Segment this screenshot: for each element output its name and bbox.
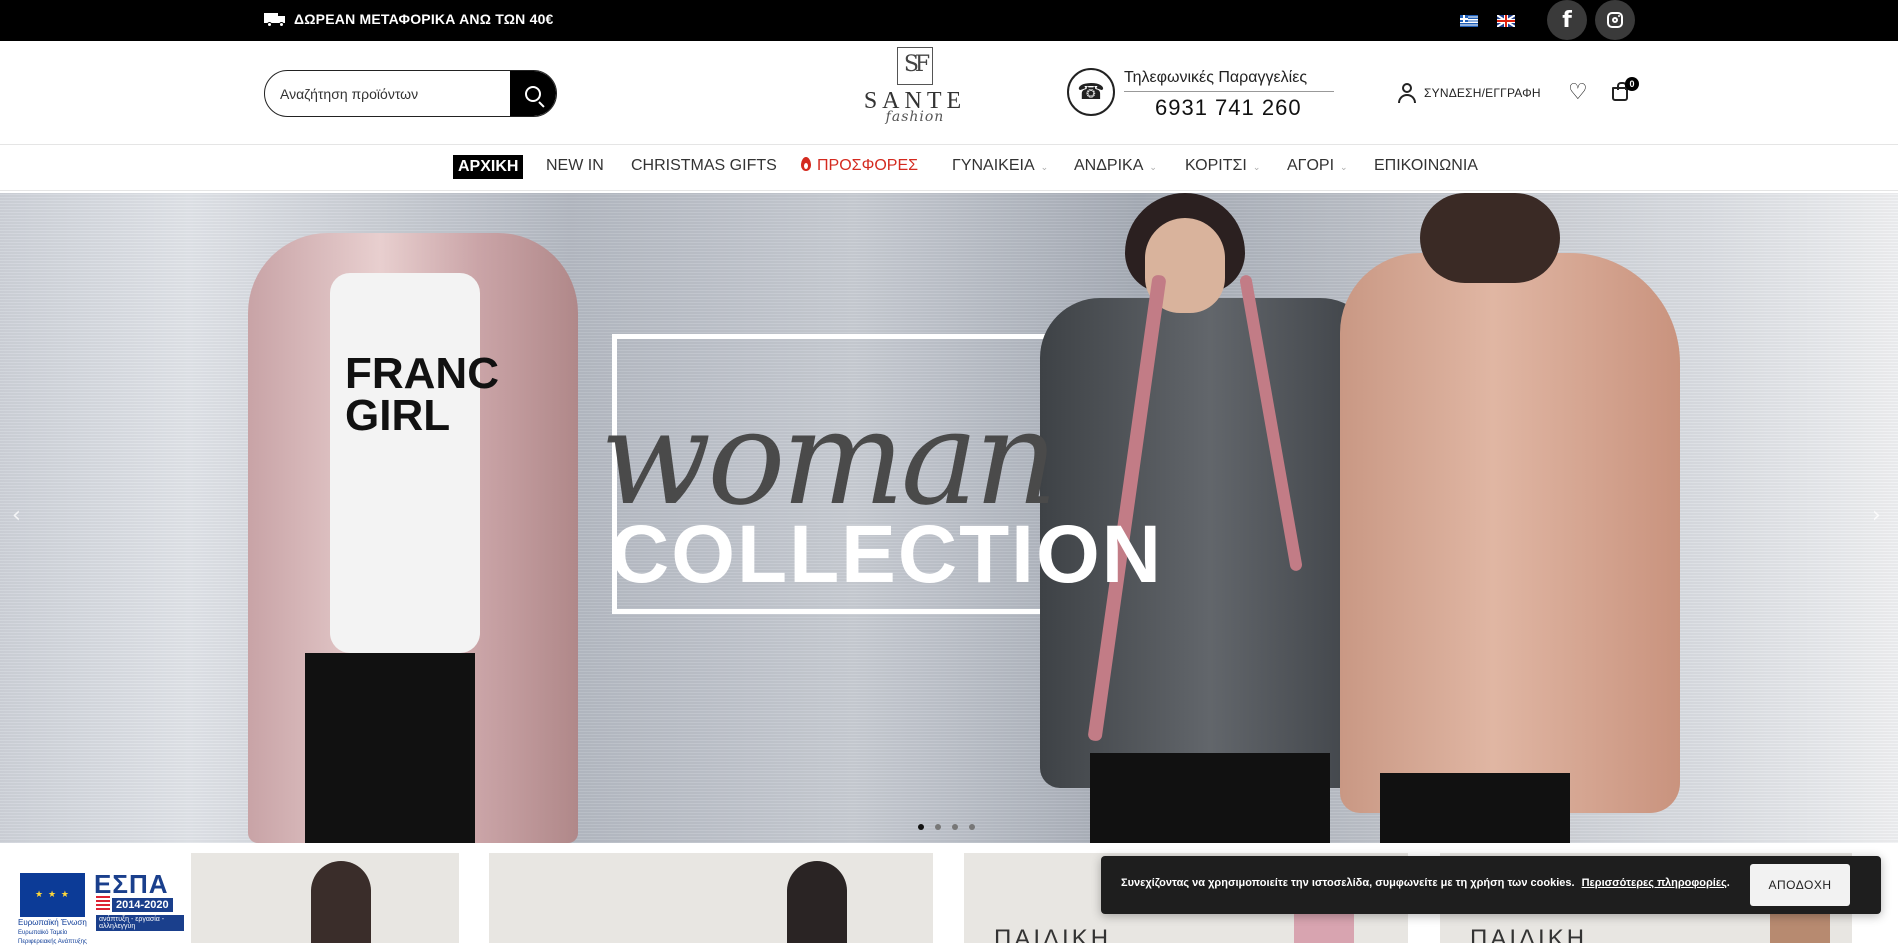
model-white-shirt (330, 273, 480, 653)
site-header: SANTE fashion ☎ Τηλεφωνικές Παραγγελίες … (0, 41, 1898, 145)
category-card[interactable] (489, 853, 933, 943)
category-label: ΠΑΙΔΙΚΗ (1470, 925, 1588, 943)
site-logo[interactable]: SANTE fashion (855, 47, 975, 142)
uk-flag-icon[interactable] (1497, 15, 1515, 27)
cookie-text: Συνεχίζοντας να χρησιμοποιείτε την ιστοσ… (1121, 877, 1575, 889)
logo-monogram (897, 47, 933, 85)
login-register-label: ΣΥΝΔΕΣΗ/ΕΓΓΡΑΦΗ (1424, 86, 1541, 100)
chevron-down-icon: ⌄ (1040, 162, 1049, 172)
espa-stripes-icon (96, 896, 110, 912)
flame-icon (801, 157, 811, 171)
chevron-down-icon: ⌄ (1340, 162, 1348, 172)
phone-orders-label: Τηλεφωνικές Παραγγελίες (1124, 69, 1308, 86)
search-button[interactable] (510, 71, 556, 116)
hero-slider[interactable]: FRANC GIRL woman COLLECTION ‹ › (0, 193, 1898, 843)
slider-pagination (918, 824, 975, 830)
cookie-consent-bar: Συνεχίζοντας να χρησιμοποιείτε την ιστοσ… (1101, 856, 1881, 914)
category-image (311, 861, 371, 943)
slider-dot[interactable] (935, 824, 941, 830)
nav-item-girl[interactable]: ΚΟΡΙΤΣΙ ⌄ (1185, 157, 1260, 175)
wishlist-heart-icon[interactable]: ♡ (1568, 80, 1588, 105)
hero-script-text: woman (600, 382, 1058, 534)
cart-count-badge: 0 (1625, 77, 1639, 91)
cookie-message: Συνεχίζοντας να χρησιμοποιείτε την ιστοσ… (1121, 877, 1730, 889)
top-bar: ΔΩΡΕΑΝ ΜΕΤΑΦΟΡΙΚΑ ΑΝΩ ΤΩΝ 40€ f (0, 0, 1898, 41)
truck-icon (264, 12, 286, 27)
greek-flag-icon[interactable] (1460, 15, 1478, 27)
next-slide-arrow-icon[interactable]: › (1872, 503, 1881, 528)
espa-years: 2014-2020 (112, 898, 173, 912)
nav-item-boy[interactable]: ΑΓΟΡΙ ⌄ (1287, 157, 1348, 175)
model-legs (305, 653, 475, 843)
cookie-accept-button[interactable]: ΑΠΟΔΟΧΗ (1750, 864, 1850, 906)
nav-item-contact[interactable]: ΕΠΙΚΟΙΝΩΝΙΑ (1374, 157, 1478, 175)
main-navigation: ΑΡΧΙΚΗ NEW IN CHRISTMAS GIFTS ΠΡΟΣΦΟΡΕΣ … (0, 146, 1898, 191)
cookie-more-info-link[interactable]: Περισσότερες πληροφορίες (1582, 877, 1727, 889)
search-icon (525, 85, 541, 102)
category-image (787, 861, 847, 943)
cart-button[interactable]: 0 (1610, 77, 1639, 103)
free-shipping-text: ΔΩΡΕΑΝ ΜΕΤΑΦΟΡΙΚΑ ΑΝΩ ΤΩΝ 40€ (294, 11, 554, 27)
eu-label-subtext: Ευρωπαϊκό Ταμείο Περιφερειακής Ανάπτυξης (18, 929, 87, 945)
category-card[interactable] (191, 853, 459, 943)
login-register-link[interactable]: ΣΥΝΔΕΣΗ/ΕΓΓΡΑΦΗ (1398, 83, 1541, 103)
shopping-bag-icon (1612, 82, 1628, 101)
search-input[interactable] (265, 71, 513, 116)
nav-item-christmas-gifts[interactable]: CHRISTMAS GIFTS (631, 157, 777, 175)
category-label: ΠΑΙΔΙΚΗ (994, 925, 1112, 943)
search-form (264, 70, 557, 117)
model-legs (1380, 773, 1570, 843)
nav-item-offers[interactable]: ΠΡΟΣΦΟΡΕΣ (801, 157, 918, 175)
nav-item-women[interactable]: ΓΥΝΑΙΚΕΙΑ ⌄ (952, 157, 1048, 175)
shirt-print-text: FRANC GIRL (345, 349, 499, 440)
eu-label-title: Ευρωπαϊκή Ένωση (18, 918, 87, 927)
slider-dot[interactable] (918, 824, 924, 830)
model-hair (1420, 193, 1560, 283)
chevron-down-icon: ⌄ (1252, 162, 1261, 172)
phone-icon: ☎ (1067, 68, 1115, 116)
model-legs (1090, 753, 1330, 843)
instagram-icon[interactable] (1595, 0, 1635, 40)
eu-label: Ευρωπαϊκή Ένωση Ευρωπαϊκό Ταμείο Περιφερ… (18, 918, 93, 945)
nav-item-new-in[interactable]: NEW IN (546, 157, 604, 175)
slider-dot[interactable] (969, 824, 975, 830)
user-icon (1398, 83, 1416, 103)
chevron-down-icon: ⌄ (1149, 162, 1157, 172)
espa-banner[interactable]: ★ ★ ★ Ευρωπαϊκή Ένωση Ευρωπαϊκό Ταμείο Π… (16, 867, 184, 945)
facebook-icon[interactable]: f (1547, 0, 1587, 40)
slider-dot[interactable] (952, 824, 958, 830)
free-shipping-notice: ΔΩΡΕΑΝ ΜΕΤΑΦΟΡΙΚΑ ΑΝΩ ΤΩΝ 40€ (264, 11, 554, 27)
phone-divider (1124, 91, 1334, 92)
eu-flag-icon: ★ ★ ★ (20, 873, 85, 917)
phone-number[interactable]: 6931 741 260 (1155, 95, 1302, 121)
model-peach-sweater (1340, 253, 1680, 813)
nav-item-men[interactable]: ΑΝΔΡΙΚΑ ⌄ (1074, 157, 1157, 175)
espa-tagline: ανάπτυξη - εργασία - αλληλεγγύη (96, 915, 184, 931)
prev-slide-arrow-icon[interactable]: ‹ (12, 503, 21, 528)
nav-item-home[interactable]: ΑΡΧΙΚΗ (453, 155, 524, 179)
hero-title: COLLECTION (610, 509, 1163, 600)
